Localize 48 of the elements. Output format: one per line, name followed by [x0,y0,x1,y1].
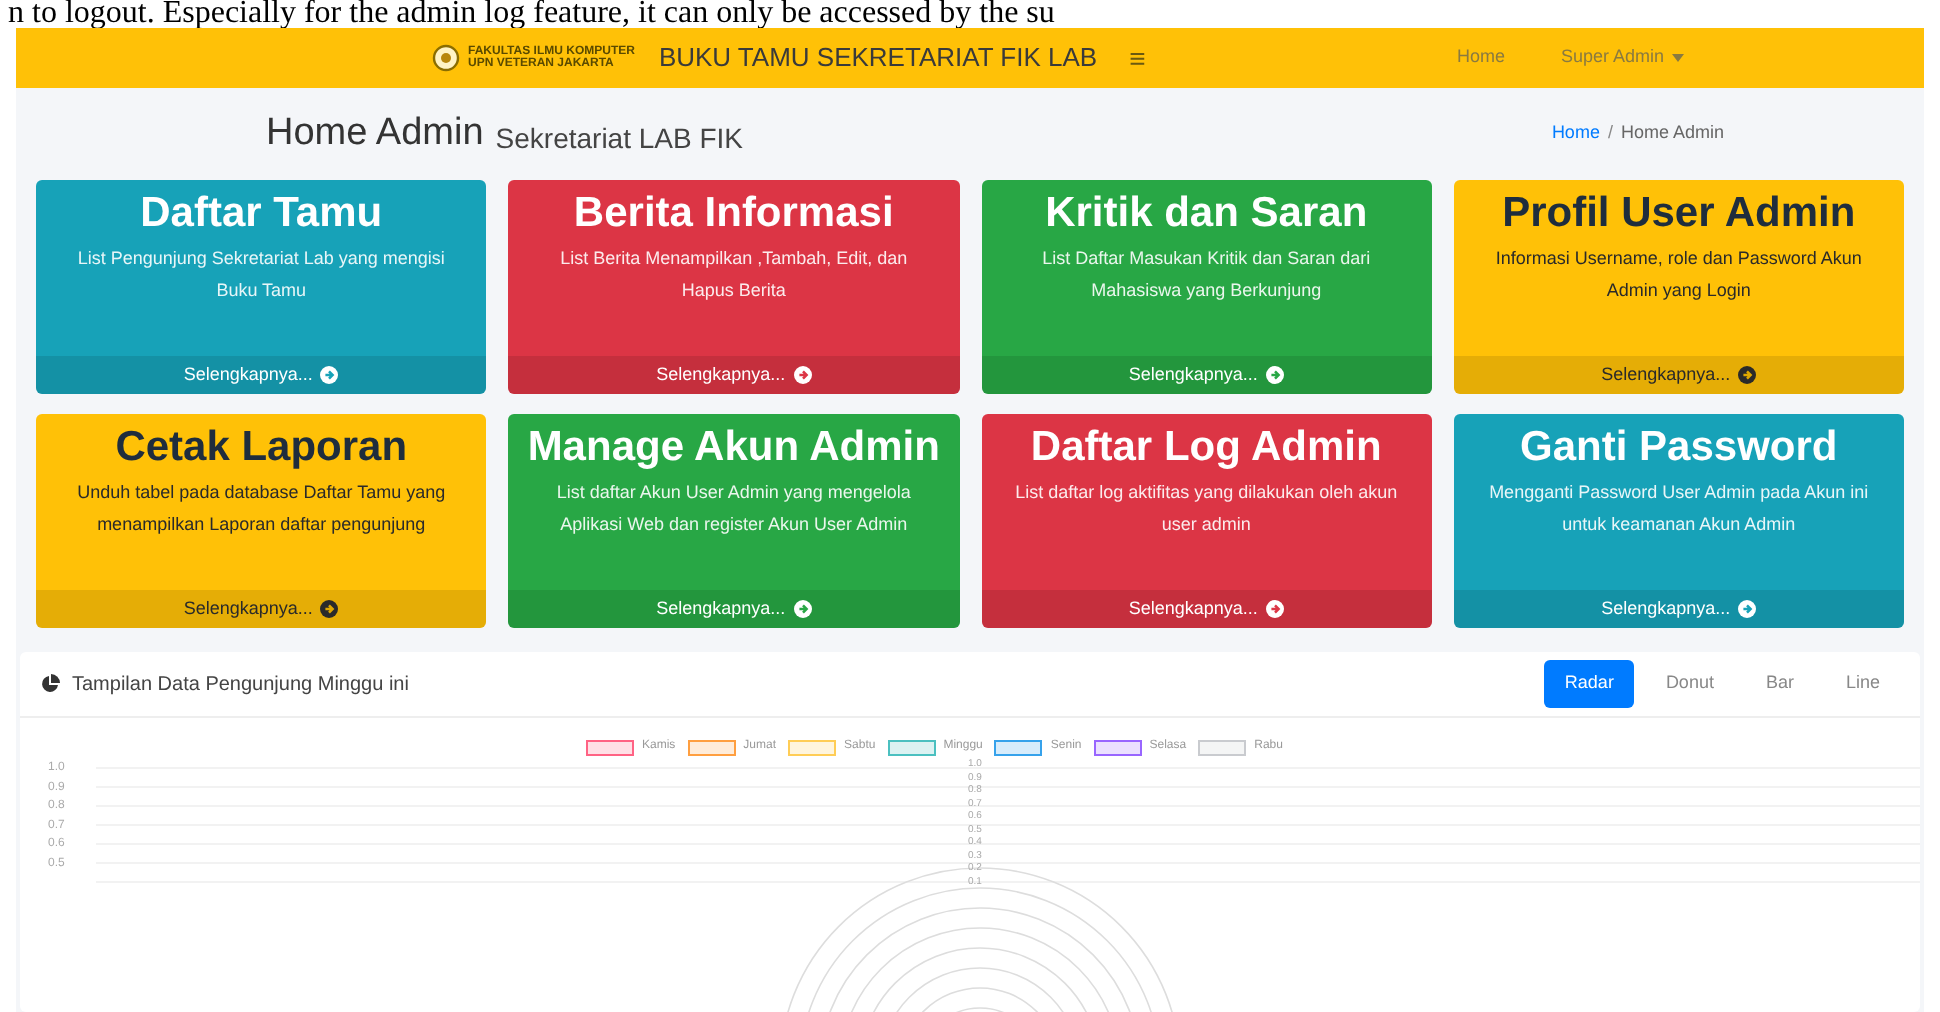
page-subtitle: Sekretariat LAB FIK [495,119,743,157]
chart-type-tab[interactable]: Line [1825,660,1900,708]
card-title: Cetak Laporan [115,422,408,474]
card-description: Informasi Username, role dan Password Akun Admin yang Login [1493,246,1864,304]
chart-type-tab[interactable]: Donut [1645,660,1734,708]
card-description: Unduh tabel pada database Daftar Tamu yang menampilkan Laporan daftar pengunjung [75,480,448,538]
arrow-circle-icon [1265,600,1284,618]
panel-title: Tampilan Data Pengunjung Minggu ini [72,671,409,699]
arrow-circle-icon [793,600,812,618]
page-title: Home Admin [266,109,484,158]
nav-link[interactable]: Home [1456,44,1505,72]
more-info-link[interactable]: Selengkapnya... [1453,590,1904,628]
card-title: Daftar Tamu [140,188,383,240]
arrow-circle-icon [793,366,812,384]
arrow-circle-icon [1265,366,1284,384]
more-info-link[interactable]: Selengkapnya... [36,590,487,628]
brand-title: BUKU TAMU SEKRETARIAT FIK LAB [658,40,1098,77]
breadcrumb-link[interactable]: Home [1551,120,1600,148]
card-title: Kritik dan Saran [1045,188,1368,240]
more-info-link[interactable]: Selengkapnya... [36,356,487,394]
breadcrumb-current: Home Admin [1620,120,1724,147]
card-description: Mengganti Password User Admin pada Akun ini untuk keamanan Akun Admin [1487,480,1871,538]
card-title: Manage Akun Admin [527,422,940,474]
card-title: Profil User Admin [1502,188,1856,240]
card-description: List Daftar Masukan Kritik dan Saran dari Mahasiswa yang Berkunjung [1040,246,1373,304]
card-description: List Berita Menampilkan ,Tambah, Edit, dan Hapus Berita [558,246,910,304]
arrow-circle-icon [1738,366,1757,384]
more-info-link[interactable]: Selengkapnya... [508,356,959,394]
breadcrumb-separator: / [1607,120,1613,147]
arrow-circle-icon [320,366,339,384]
arrow-circle-icon [320,600,339,618]
emblem-icon [432,44,460,72]
card-title: Daftar Log Admin [1030,422,1382,474]
card-description: List Pengunjung Sekretariat Lab yang mengisi Buku Tamu [75,246,447,304]
nav-link[interactable]: Super Admin [1560,44,1684,72]
arrow-circle-icon [1738,600,1757,618]
more-info-link[interactable]: Selengkapnya... [508,590,959,628]
chart-type-tab[interactable]: Radar [1544,660,1634,708]
card-title: Ganti Password [1520,422,1838,474]
more-info-link[interactable]: Selengkapnya... [981,356,1432,394]
card-description: List daftar Akun User Admin yang mengelola Aplikasi Web dan register Akun User Admin [554,480,913,538]
menu-toggle[interactable]: ≡ [1129,37,1146,79]
chart-type-tab[interactable]: Bar [1745,660,1814,708]
pie-chart-icon [40,674,60,694]
more-info-link[interactable]: Selengkapnya... [1453,356,1904,394]
card-title: Berita Informasi [573,188,894,240]
card-description: List daftar log aktifitas yang dilakukan oleh akun user admin [1013,480,1400,538]
more-info-link[interactable]: Selengkapnya... [981,590,1432,628]
